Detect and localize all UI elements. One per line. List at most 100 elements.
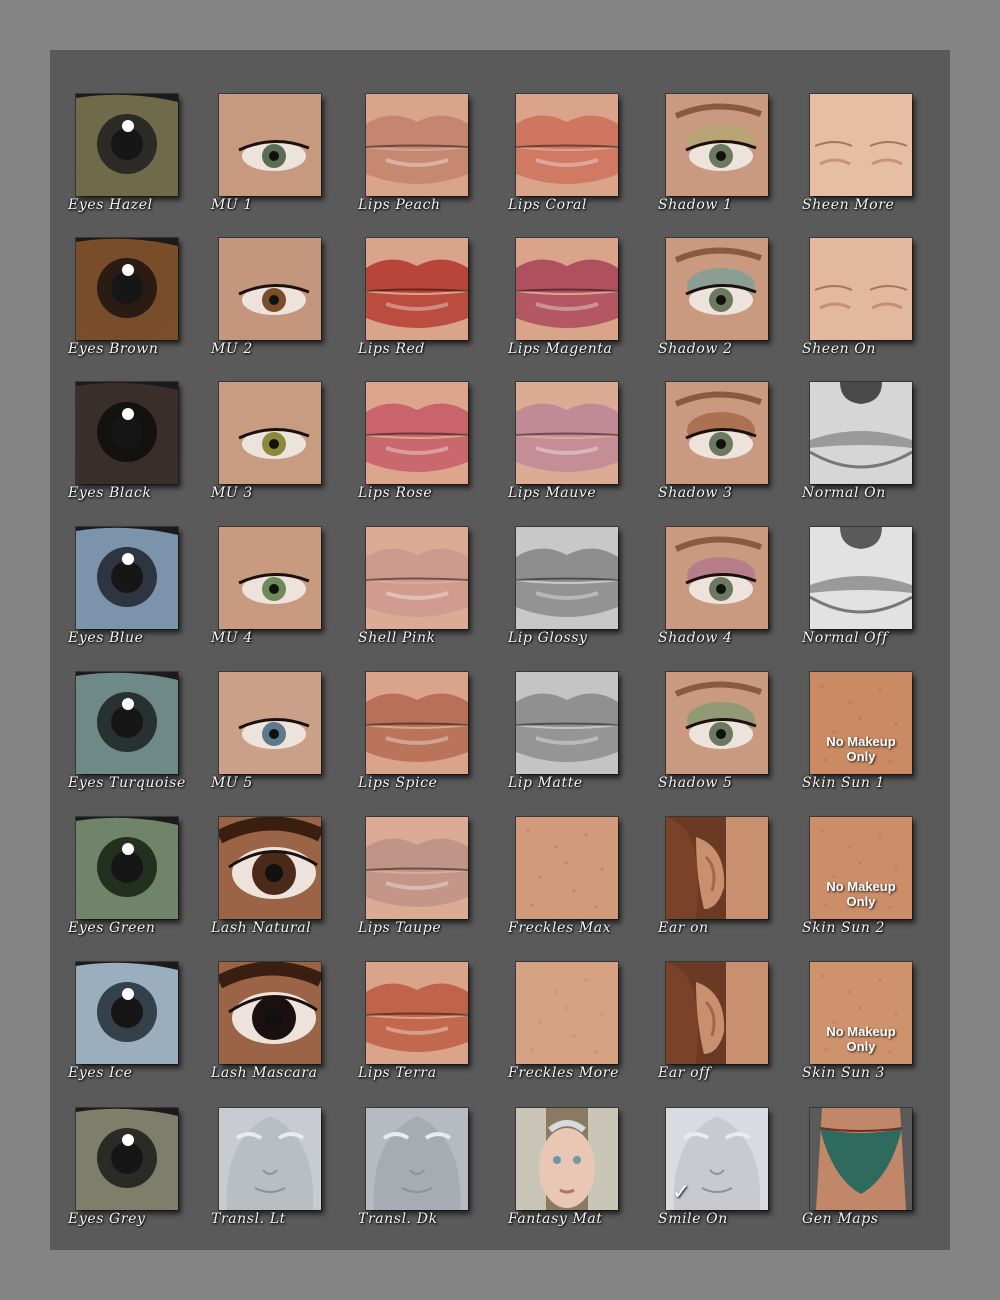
preset-shadow-1[interactable]: Shadow 1: [646, 93, 776, 234]
preset-thumbnail[interactable]: [218, 816, 322, 920]
preset-thumbnail[interactable]: [218, 961, 322, 1065]
preset-shadow-2[interactable]: Shadow 2: [646, 237, 776, 378]
preset-thumbnail[interactable]: [218, 1107, 322, 1211]
preset-thumbnail[interactable]: [365, 1107, 469, 1211]
preset-thumbnail[interactable]: [218, 671, 322, 775]
preset-mu-1[interactable]: MU 1: [199, 93, 329, 234]
preset-thumbnail[interactable]: [809, 381, 913, 485]
preset-thumbnail[interactable]: [218, 526, 322, 630]
preset-thumbnail[interactable]: No Makeup Only: [809, 961, 913, 1065]
preset-thumbnail[interactable]: [365, 961, 469, 1065]
preset-eyes-black[interactable]: Eyes Black: [56, 381, 186, 522]
preset-mu-4[interactable]: MU 4: [199, 526, 329, 667]
preset-sheen-on[interactable]: Sheen On: [790, 237, 920, 378]
preset-mu-5[interactable]: MU 5: [199, 671, 329, 812]
preset-eyes-grey[interactable]: Eyes Grey: [56, 1107, 186, 1248]
preset-thumbnail[interactable]: [665, 93, 769, 197]
preset-sheen-more[interactable]: Sheen More: [790, 93, 920, 234]
preset-thumbnail[interactable]: [515, 816, 619, 920]
preset-thumbnail[interactable]: [365, 526, 469, 630]
preset-gen-maps[interactable]: Gen Maps: [790, 1107, 920, 1248]
preset-lips-terra[interactable]: Lips Terra: [346, 961, 476, 1102]
preset-fantasy-mat[interactable]: Fantasy Mat: [496, 1107, 626, 1248]
preset-skin-sun-3[interactable]: No Makeup Only Skin Sun 3: [790, 961, 920, 1102]
preset-ear-off[interactable]: Ear off: [646, 961, 776, 1102]
preset-label: MU 4: [211, 630, 253, 646]
preset-label: Eyes Blue: [68, 630, 144, 646]
preset-lash-mascara[interactable]: Lash Mascara: [199, 961, 329, 1102]
preset-thumbnail[interactable]: [75, 671, 179, 775]
preset-thumbnail[interactable]: [75, 526, 179, 630]
preset-label: Lip Matte: [508, 775, 583, 791]
preset-thumbnail[interactable]: [809, 1107, 913, 1211]
preset-normal-off[interactable]: Normal Off: [790, 526, 920, 667]
preset-thumbnail[interactable]: [218, 381, 322, 485]
preset-thumbnail[interactable]: [665, 526, 769, 630]
preset-ear-on[interactable]: Ear on: [646, 816, 776, 957]
preset-thumbnail[interactable]: [515, 237, 619, 341]
preset-lip-matte[interactable]: Lip Matte: [496, 671, 626, 812]
preset-transl-lt[interactable]: Transl. Lt: [199, 1107, 329, 1248]
preset-thumbnail[interactable]: [515, 93, 619, 197]
preset-lips-mauve[interactable]: Lips Mauve: [496, 381, 626, 522]
preset-thumbnail[interactable]: [75, 381, 179, 485]
preset-thumbnail[interactable]: [218, 93, 322, 197]
preset-thumbnail[interactable]: [809, 93, 913, 197]
preset-thumbnail[interactable]: [75, 93, 179, 197]
preset-eyes-brown[interactable]: Eyes Brown: [56, 237, 186, 378]
preset-smile-on[interactable]: ✓ Smile On: [646, 1107, 776, 1248]
preset-thumbnail[interactable]: [809, 526, 913, 630]
preset-shell-pink[interactable]: Shell Pink: [346, 526, 476, 667]
preset-thumbnail[interactable]: [665, 816, 769, 920]
preset-thumbnail[interactable]: [515, 381, 619, 485]
preset-thumbnail[interactable]: [515, 671, 619, 775]
preset-thumbnail[interactable]: [365, 237, 469, 341]
preset-thumbnail[interactable]: [365, 671, 469, 775]
preset-shadow-4[interactable]: Shadow 4: [646, 526, 776, 667]
preset-thumbnail[interactable]: [665, 237, 769, 341]
preset-thumbnail[interactable]: [515, 1107, 619, 1211]
preset-skin-sun-1[interactable]: No Makeup Only Skin Sun 1: [790, 671, 920, 812]
preset-mu-3[interactable]: MU 3: [199, 381, 329, 522]
preset-lips-red[interactable]: Lips Red: [346, 237, 476, 378]
preset-lips-coral[interactable]: Lips Coral: [496, 93, 626, 234]
preset-eyes-blue[interactable]: Eyes Blue: [56, 526, 186, 667]
preset-thumbnail[interactable]: [365, 93, 469, 197]
preset-thumbnail[interactable]: [75, 961, 179, 1065]
preset-lips-peach[interactable]: Lips Peach: [346, 93, 476, 234]
preset-thumbnail[interactable]: [665, 381, 769, 485]
preset-normal-on[interactable]: Normal On: [790, 381, 920, 522]
preset-lip-glossy[interactable]: Lip Glossy: [496, 526, 626, 667]
preset-eyes-green[interactable]: Eyes Green: [56, 816, 186, 957]
preset-transl-dk[interactable]: Transl. Dk: [346, 1107, 476, 1248]
preset-mu-2[interactable]: MU 2: [199, 237, 329, 378]
preset-lips-taupe[interactable]: Lips Taupe: [346, 816, 476, 957]
preset-thumbnail[interactable]: No Makeup Only: [809, 671, 913, 775]
preset-shadow-5[interactable]: Shadow 5: [646, 671, 776, 812]
preset-thumbnail[interactable]: [75, 237, 179, 341]
preset-thumbnail[interactable]: ✓: [665, 1107, 769, 1211]
preset-eyes-turquoise[interactable]: Eyes Turquoise: [56, 671, 186, 812]
preset-freckles-max[interactable]: Freckles Max: [496, 816, 626, 957]
preset-thumbnail[interactable]: [75, 816, 179, 920]
preset-skin-sun-2[interactable]: No Makeup Only Skin Sun 2: [790, 816, 920, 957]
preset-lips-rose[interactable]: Lips Rose: [346, 381, 476, 522]
preset-thumbnail[interactable]: [365, 381, 469, 485]
preset-shadow-3[interactable]: Shadow 3: [646, 381, 776, 522]
preset-eyes-ice[interactable]: Eyes Ice: [56, 961, 186, 1102]
preset-freckles-more[interactable]: Freckles More: [496, 961, 626, 1102]
preset-thumbnail[interactable]: No Makeup Only: [809, 816, 913, 920]
preset-thumbnail[interactable]: [75, 1107, 179, 1211]
preset-lips-spice[interactable]: Lips Spice: [346, 671, 476, 812]
preset-thumbnail[interactable]: [515, 961, 619, 1065]
preset-lips-magenta[interactable]: Lips Magenta: [496, 237, 626, 378]
preset-eyes-hazel[interactable]: Eyes Hazel: [56, 93, 186, 234]
preset-lash-natural[interactable]: Lash Natural: [199, 816, 329, 957]
preset-thumbnail[interactable]: [218, 237, 322, 341]
preset-thumbnail[interactable]: [365, 816, 469, 920]
preset-thumbnail[interactable]: [515, 526, 619, 630]
preset-thumbnail[interactable]: [665, 671, 769, 775]
preset-thumbnail[interactable]: [665, 961, 769, 1065]
preset-label: Eyes Black: [68, 485, 152, 501]
preset-thumbnail[interactable]: [809, 237, 913, 341]
